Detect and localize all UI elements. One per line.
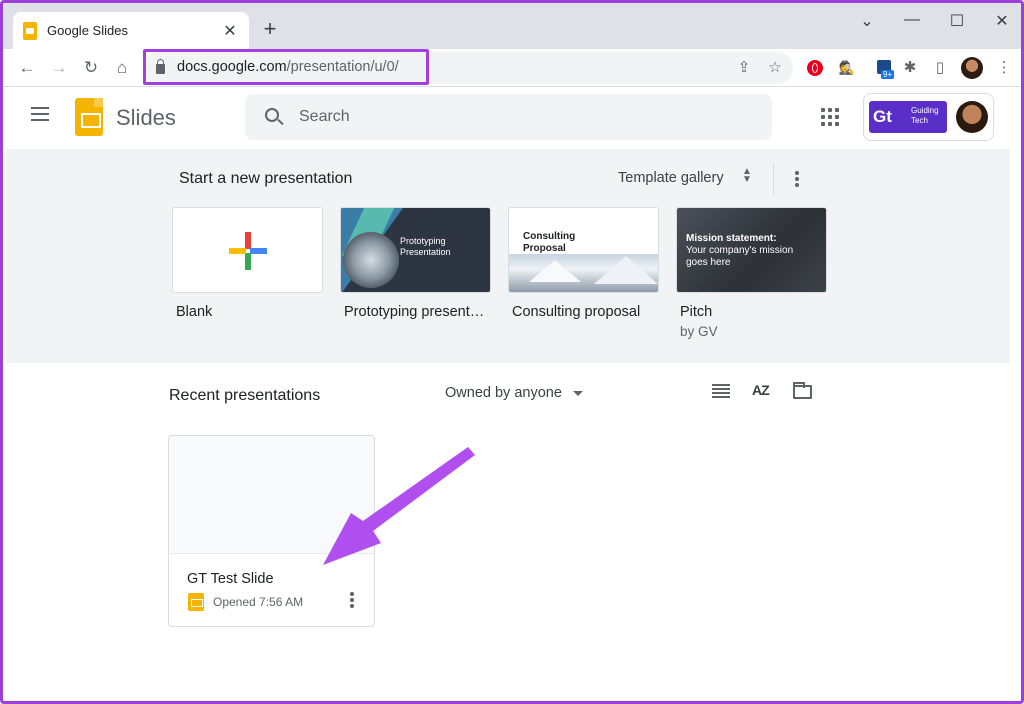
browser-toolbar: ← → ↻ ⌂ docs.google.com/presentation/u/0…: [3, 49, 1021, 87]
tab-title: Google Slides: [47, 23, 128, 38]
minimize-button[interactable]: —: [897, 11, 927, 29]
slides-file-icon: [188, 593, 204, 611]
folder-icon[interactable]: [793, 382, 812, 399]
forward-button[interactable]: →: [47, 56, 71, 80]
browser-profile-avatar[interactable]: [961, 57, 983, 79]
lens-image: [343, 232, 399, 288]
side-panel-icon[interactable]: ▯: [930, 58, 950, 78]
search-input[interactable]: [299, 104, 749, 130]
lock-icon: [156, 58, 165, 74]
extension-badge-count: 9+: [881, 70, 895, 79]
home-button[interactable]: ⌂: [110, 56, 134, 80]
url-text: docs.google.com/presentation/u/0/: [177, 59, 399, 75]
template-consulting[interactable]: Consulting Proposal: [508, 207, 659, 293]
browser-tab[interactable]: Google Slides ✕: [13, 12, 249, 49]
google-apps-icon[interactable]: [821, 108, 839, 126]
extensions-puzzle-icon[interactable]: ✱: [900, 58, 920, 78]
list-view-icon[interactable]: [712, 384, 730, 398]
template-label-pitch[interactable]: Pitch: [680, 304, 712, 320]
template-thumb-text: Mission statement: Your company's mission…: [686, 233, 794, 268]
file-more-icon[interactable]: [350, 592, 354, 608]
template-heading: Start a new presentation: [179, 170, 353, 187]
recent-heading: Recent presentations: [169, 387, 321, 404]
tab-strip: Google Slides ✕ + ⌄ — ☐ ✕: [3, 3, 1021, 49]
template-thumb-text: Prototyping Presentation: [400, 236, 451, 257]
new-tab-button[interactable]: +: [258, 17, 282, 41]
app-name[interactable]: Slides: [116, 105, 176, 131]
template-pitch[interactable]: Mission statement: Your company's mission…: [676, 207, 827, 293]
dropdown-caret-icon[interactable]: [573, 391, 583, 396]
template-thumb-text: Consulting Proposal: [523, 231, 576, 254]
restore-button[interactable]: ☐: [942, 11, 972, 31]
template-label-prototyping[interactable]: Prototyping present…: [344, 304, 484, 320]
owner-filter-dropdown[interactable]: Owned by anyone: [445, 385, 562, 401]
spy-extension-icon[interactable]: 🕵: [837, 58, 857, 78]
logo-text: Guiding Tech: [911, 106, 939, 125]
reload-button[interactable]: ↻: [79, 56, 103, 80]
logo-mark: Gt: [873, 107, 892, 126]
slides-logo-icon[interactable]: [75, 98, 103, 136]
template-sub-pitch: by GV: [680, 324, 718, 339]
template-label-consulting[interactable]: Consulting proposal: [512, 304, 640, 320]
bookmark-star-icon[interactable]: ☆: [765, 58, 785, 78]
divider: [773, 163, 774, 195]
template-blank[interactable]: [172, 207, 323, 293]
window-close-button[interactable]: ✕: [987, 11, 1017, 31]
unfold-icon[interactable]: ▲ ▼: [742, 167, 752, 185]
presentation-opened-time: Opened 7:56 AM: [213, 595, 304, 609]
browser-menu-icon[interactable]: ⋮: [994, 58, 1014, 78]
share-icon[interactable]: ⇪: [734, 58, 754, 78]
template-gallery-button[interactable]: Template gallery: [618, 170, 724, 186]
search-bar[interactable]: [245, 94, 772, 140]
tab-close-icon[interactable]: ✕: [221, 21, 239, 41]
tab-search-icon[interactable]: ⌄: [852, 11, 882, 31]
main-menu-icon[interactable]: [31, 107, 51, 123]
search-icon[interactable]: [265, 108, 279, 122]
account-avatar[interactable]: [956, 101, 988, 133]
guiding-tech-logo[interactable]: Gt Guiding Tech: [869, 101, 947, 133]
template-section: Start a new presentation Template galler…: [6, 149, 1010, 363]
back-button[interactable]: ←: [15, 56, 39, 80]
presentation-title[interactable]: GT Test Slide: [187, 571, 274, 587]
browser-window: Google Slides ✕ + ⌄ — ☐ ✕ ← → ↻ ⌂ docs.g…: [0, 0, 1024, 704]
annotation-arrow-icon: [323, 447, 475, 565]
opera-extension-icon[interactable]: [807, 60, 823, 76]
template-label-blank[interactable]: Blank: [176, 304, 212, 320]
url-highlight[interactable]: docs.google.com/presentation/u/0/: [143, 49, 429, 85]
template-more-icon[interactable]: [795, 171, 799, 187]
plus-icon: [229, 232, 267, 270]
slides-favicon-icon: [23, 21, 37, 40]
template-prototyping[interactable]: Prototyping Presentation: [340, 207, 491, 293]
sort-icon[interactable]: AZ: [752, 382, 770, 398]
